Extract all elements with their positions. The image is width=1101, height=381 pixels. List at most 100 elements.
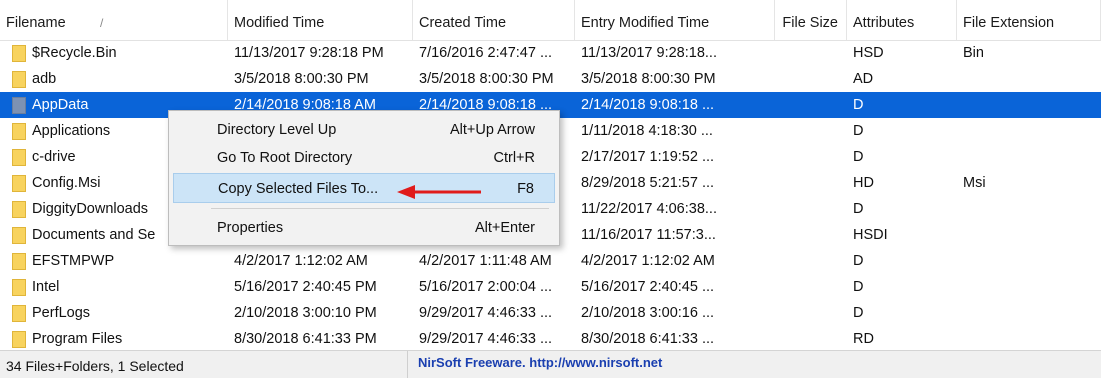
table-row[interactable]: $Recycle.Bin 11/13/2017 9:28:18 PM 7/16/20… — [0, 40, 1101, 66]
column-header-bar: Filename / Modified Time Created Time En… — [0, 0, 1101, 41]
column-header-label: Entry Modified Time — [581, 15, 710, 31]
modified-time-cell: 11/13/2017 9:28:18 PM — [234, 45, 384, 61]
nirsoft-link[interactable]: NirSoft Freeware. http://www.nirsoft.net — [408, 351, 662, 378]
attributes-cell: D — [853, 97, 864, 113]
attributes-cell: D — [853, 149, 864, 165]
attributes-cell: AD — [853, 71, 874, 87]
menu-item-label: Properties — [217, 220, 284, 236]
filename-text: Documents and Se — [32, 227, 156, 243]
folder-icon — [12, 122, 26, 140]
attributes-cell: D — [853, 123, 864, 139]
menu-item-copy-selected-files-to[interactable]: Copy Selected Files To... F8 — [173, 173, 555, 203]
created-time-cell: 5/16/2017 2:00:04 ... — [419, 279, 553, 295]
folder-icon — [12, 148, 26, 166]
folder-icon — [12, 252, 26, 270]
filename-text: Applications — [32, 123, 111, 139]
column-header-entry-modified-time[interactable]: Entry Modified Time — [575, 0, 775, 40]
menu-item-shortcut: Ctrl+R — [493, 150, 536, 166]
column-header-modified-time[interactable]: Modified Time — [228, 0, 413, 40]
column-header-label: File Size — [782, 15, 838, 31]
filename-text: DiggityDownloads — [32, 201, 149, 217]
filename-text: AppData — [32, 97, 89, 113]
context-menu: Directory Level Up Alt+Up Arrow Go To Ro… — [168, 110, 560, 246]
table-row[interactable]: PerfLogs 2/10/2018 3:00:10 PM 9/29/2017 4:… — [0, 300, 1101, 326]
entry-modified-time-cell: 1/11/2018 4:18:30 ... — [581, 123, 713, 139]
status-count-text: 34 Files+Folders, 1 Selected — [0, 351, 408, 378]
entry-modified-time-cell: 2/17/2017 1:19:52 ... — [581, 149, 715, 165]
filename-text: $Recycle.Bin — [32, 45, 117, 61]
modified-time-cell: 3/5/2018 8:00:30 PM — [234, 71, 369, 87]
entry-modified-time-cell: 5/16/2017 2:40:45 ... — [581, 279, 715, 295]
column-header-filename[interactable]: Filename / — [0, 0, 228, 40]
created-time-cell: 9/29/2017 4:46:33 ... — [419, 305, 553, 321]
filename-cell: adb — [0, 70, 228, 88]
column-header-label: Modified Time — [234, 15, 325, 31]
filename-text: Config.Msi — [32, 175, 101, 191]
filename-text: Intel — [32, 279, 60, 295]
entry-modified-time-cell: 3/5/2018 8:00:30 PM — [581, 71, 716, 87]
attributes-cell: RD — [853, 331, 874, 347]
attributes-cell: HD — [853, 175, 874, 191]
status-bar: 34 Files+Folders, 1 Selected NirSoft Fre… — [0, 350, 1101, 378]
menu-item-shortcut: F8 — [517, 181, 534, 197]
menu-item-properties[interactable]: Properties Alt+Enter — [173, 213, 555, 243]
folder-icon — [12, 278, 26, 296]
menu-item-shortcut: Alt+Up Arrow — [449, 122, 535, 138]
modified-time-cell: 5/16/2017 2:40:45 PM — [234, 279, 377, 295]
attributes-cell: D — [853, 279, 864, 295]
filename-cell: Program Files — [0, 330, 228, 348]
folder-icon — [12, 96, 26, 114]
folder-icon — [12, 226, 26, 244]
menu-item-directory-level-up[interactable]: Directory Level Up Alt+Up Arrow — [173, 115, 555, 145]
filename-text: c-drive — [32, 149, 76, 165]
menu-separator — [211, 208, 549, 209]
folder-icon — [12, 200, 26, 218]
created-time-cell: 9/29/2017 4:46:33 ... — [419, 331, 553, 347]
entry-modified-time-cell: 2/14/2018 9:08:18 ... — [581, 97, 715, 113]
menu-item-shortcut: Alt+Enter — [474, 220, 535, 236]
column-header-label: Attributes — [853, 15, 915, 31]
filename-cell: PerfLogs — [0, 304, 228, 322]
attributes-cell: D — [853, 305, 864, 321]
entry-modified-time-cell: 4/2/2017 1:12:02 AM — [581, 253, 715, 269]
file-extension-cell: Msi — [963, 175, 986, 191]
filename-text: adb — [32, 71, 57, 87]
modified-time-cell: 2/10/2018 3:00:10 PM — [234, 305, 377, 321]
sort-indicator-icon: / — [100, 16, 104, 30]
filename-text: PerfLogs — [32, 305, 91, 321]
modified-time-cell: 4/2/2017 1:12:02 AM — [234, 253, 368, 269]
table-row[interactable]: Intel 5/16/2017 2:40:45 PM 5/16/2017 2:00:… — [0, 274, 1101, 300]
entry-modified-time-cell: 2/10/2018 3:00:16 ... — [581, 305, 715, 321]
filename-cell: EFSTMPWP — [0, 252, 228, 270]
column-header-attributes[interactable]: Attributes — [847, 0, 957, 40]
table-row[interactable]: adb 3/5/2018 8:00:30 PM 3/5/2018 8:00:30 P… — [0, 66, 1101, 92]
column-header-file-extension[interactable]: File Extension — [957, 0, 1101, 40]
filename-cell: Intel — [0, 278, 228, 296]
menu-item-label: Copy Selected Files To... — [218, 181, 379, 197]
column-header-label: File Extension — [963, 15, 1055, 31]
folder-icon — [12, 174, 26, 192]
entry-modified-time-cell: 11/16/2017 11:57:3... — [581, 227, 716, 243]
menu-item-go-to-root-directory[interactable]: Go To Root Directory Ctrl+R — [173, 143, 555, 173]
column-header-label: Filename — [6, 15, 66, 31]
column-header-file-size[interactable]: File Size — [775, 0, 847, 40]
attributes-cell: D — [853, 201, 864, 217]
filename-text: Program Files — [32, 331, 123, 347]
entry-modified-time-cell: 8/30/2018 6:41:33 ... — [581, 331, 715, 347]
table-row[interactable]: EFSTMPWP 4/2/2017 1:12:02 AM 4/2/2017 1:11… — [0, 248, 1101, 274]
folder-icon — [12, 44, 26, 62]
table-row[interactable]: Program Files 8/30/2018 6:41:33 PM 9/29/20… — [0, 326, 1101, 352]
menu-item-label: Directory Level Up — [217, 122, 337, 138]
attributes-cell: D — [853, 253, 864, 269]
entry-modified-time-cell: 8/29/2018 5:21:57 ... — [581, 175, 715, 191]
file-extension-cell: Bin — [963, 45, 984, 61]
annotation-arrow-icon — [397, 185, 481, 199]
folder-icon — [12, 70, 26, 88]
filename-cell: $Recycle.Bin — [0, 44, 228, 62]
entry-modified-time-cell: 11/13/2017 9:28:18... — [581, 45, 717, 61]
filename-text: EFSTMPWP — [32, 253, 115, 269]
column-header-created-time[interactable]: Created Time — [413, 0, 575, 40]
column-header-label: Created Time — [419, 15, 507, 31]
folder-icon — [12, 330, 26, 348]
attributes-cell: HSDI — [853, 227, 888, 243]
